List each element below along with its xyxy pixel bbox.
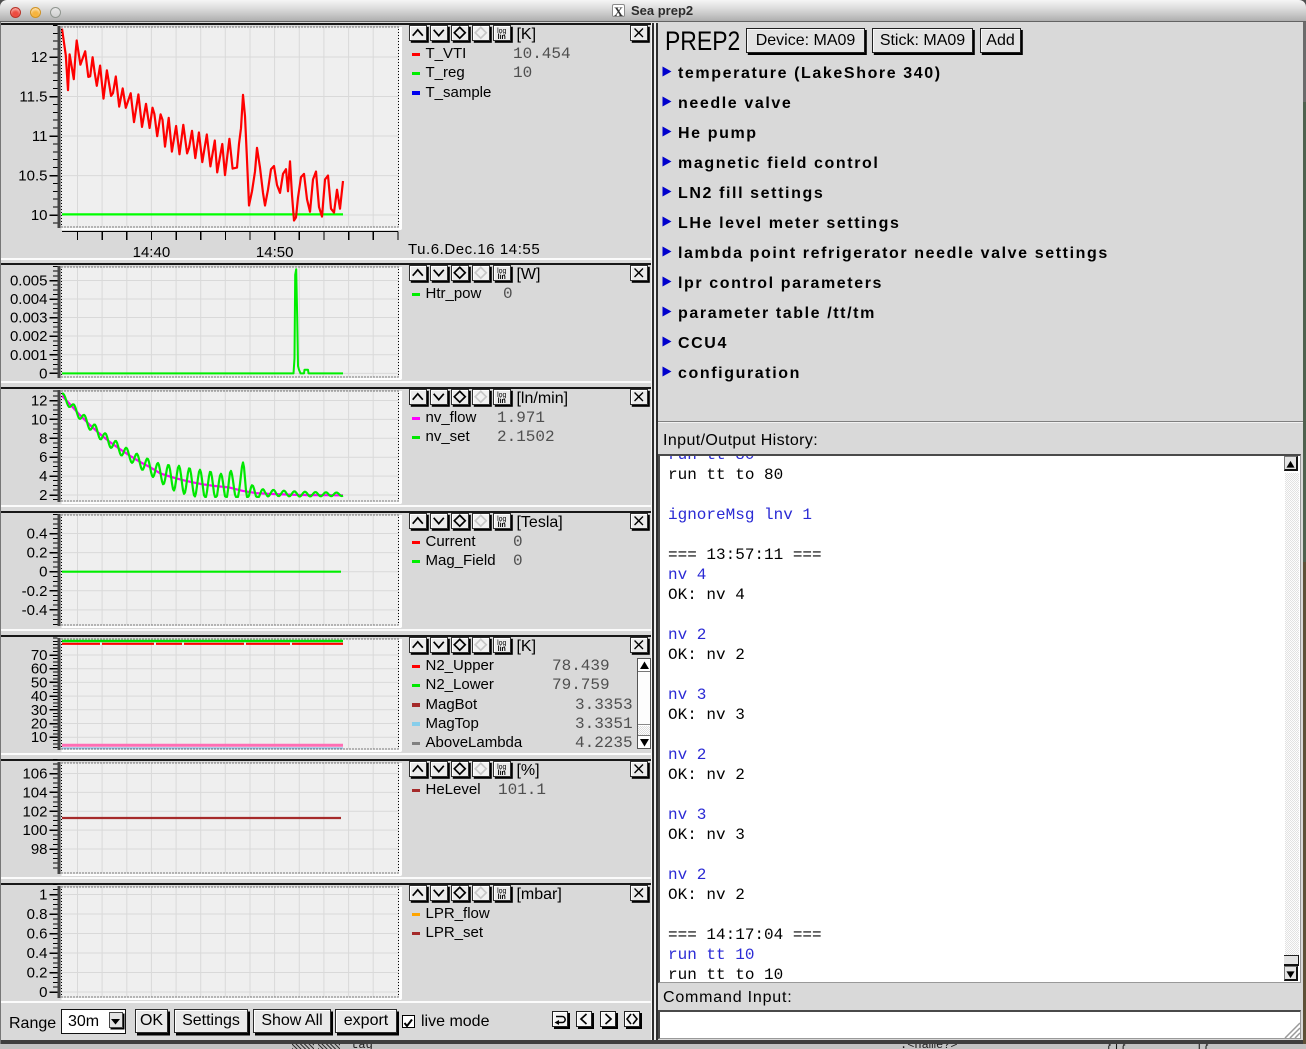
svg-text:-0.2: -0.2	[22, 583, 48, 600]
svg-text:106: 106	[22, 766, 47, 783]
svg-text:14:40: 14:40	[133, 244, 171, 261]
svg-text:0.2: 0.2	[27, 965, 48, 982]
svg-text:11.5: 11.5	[19, 89, 47, 106]
svg-text:98: 98	[31, 841, 48, 858]
svg-text:1: 1	[39, 887, 47, 904]
svg-text:0.003: 0.003	[10, 310, 48, 327]
svg-text:102: 102	[22, 803, 47, 820]
svg-text:0: 0	[39, 564, 47, 581]
svg-text:11: 11	[32, 128, 48, 145]
svg-text:10.5: 10.5	[18, 168, 47, 185]
svg-text:0.4: 0.4	[27, 526, 48, 543]
svg-text:0.005: 0.005	[10, 273, 48, 290]
svg-text:4: 4	[39, 468, 47, 485]
svg-text:100: 100	[22, 822, 47, 839]
svg-text:0.004: 0.004	[10, 291, 48, 308]
svg-text:0: 0	[39, 365, 47, 382]
svg-text:12: 12	[31, 393, 48, 410]
svg-text:14:50: 14:50	[256, 244, 294, 261]
svg-text:0.8: 0.8	[27, 906, 48, 923]
svg-text:0.002: 0.002	[10, 328, 48, 345]
svg-text:6: 6	[39, 449, 47, 466]
svg-text:8: 8	[39, 430, 47, 447]
svg-text:0: 0	[39, 984, 47, 1001]
svg-text:0.001: 0.001	[10, 347, 48, 364]
svg-text:0.4: 0.4	[27, 945, 48, 962]
svg-text:0.6: 0.6	[27, 926, 48, 943]
svg-text:0.2: 0.2	[27, 545, 48, 562]
svg-text:2: 2	[39, 487, 47, 504]
svg-text:-0.4: -0.4	[22, 602, 48, 619]
svg-text:10: 10	[31, 729, 48, 746]
svg-text:10: 10	[31, 207, 48, 224]
svg-text:10: 10	[31, 411, 48, 428]
svg-text:12: 12	[31, 49, 48, 66]
svg-text:104: 104	[22, 784, 47, 801]
